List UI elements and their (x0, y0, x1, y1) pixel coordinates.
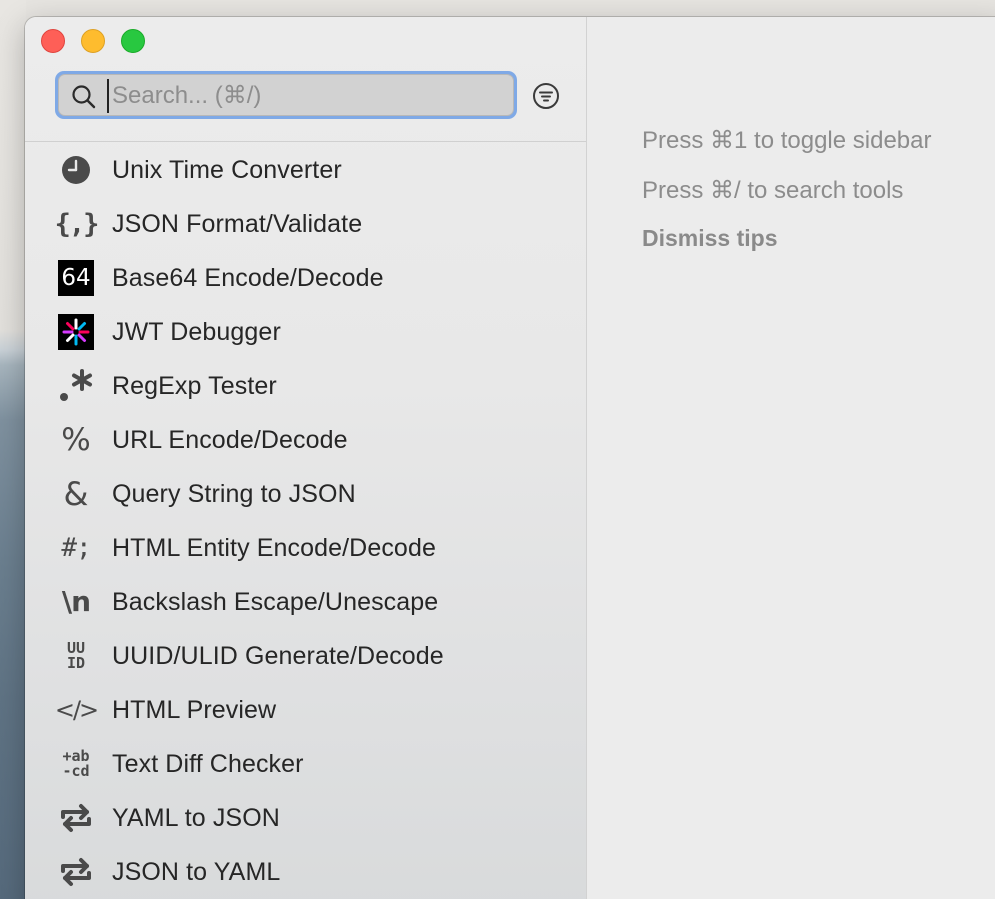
tool-item-base64[interactable]: 64 Base64 Encode/Decode (25, 251, 586, 305)
regexp-icon (58, 368, 94, 404)
tool-label: YAML to JSON (112, 804, 280, 832)
tool-label: Query String to JSON (112, 480, 356, 508)
tool-item-backslash[interactable]: \n Backslash Escape/Unescape (25, 575, 586, 629)
filter-icon[interactable] (531, 81, 561, 111)
sidebar-divider (25, 141, 586, 142)
tool-item-url-encode[interactable]: % URL Encode/Decode (25, 413, 586, 467)
tool-label: UUID/ULID Generate/Decode (112, 642, 444, 670)
search-field (55, 71, 517, 119)
ampersand-icon: & (63, 475, 89, 513)
tool-item-jwt[interactable]: JWT Debugger (25, 305, 586, 359)
code-brackets-icon: </> (54, 696, 99, 724)
tool-item-query-string[interactable]: & Query String to JSON (25, 467, 586, 521)
convert-arrows-icon (58, 854, 94, 890)
tip-toggle-sidebar: Press ⌘1 to toggle sidebar (642, 127, 932, 154)
search-input[interactable] (107, 79, 502, 113)
search-icon (72, 85, 96, 109)
sidebar: Unix Time Converter {,} JSON Format/Vali… (25, 17, 587, 899)
base64-icon: 64 (58, 260, 94, 296)
html-entity-icon: #; (61, 533, 91, 563)
tool-label: JWT Debugger (112, 318, 281, 346)
percent-icon: % (61, 421, 91, 458)
text-diff-icon: +ab -cd (62, 747, 90, 780)
tool-label: Base64 Encode/Decode (112, 264, 384, 292)
tool-label: Unix Time Converter (112, 156, 342, 184)
app-window: Unix Time Converter {,} JSON Format/Vali… (25, 17, 995, 899)
backslash-n-icon: \n (61, 585, 91, 618)
tool-label: HTML Entity Encode/Decode (112, 534, 436, 562)
tool-item-json-format[interactable]: {,} JSON Format/Validate (25, 197, 586, 251)
zoom-window-button[interactable] (121, 29, 145, 53)
tool-item-uuid[interactable]: UU ID UUID/ULID Generate/Decode (25, 629, 586, 683)
tool-item-html-preview[interactable]: </> HTML Preview (25, 683, 586, 737)
dismiss-tips-link[interactable]: Dismiss tips (642, 225, 778, 252)
uuid-icon: UU ID (66, 639, 86, 672)
tool-item-unix-time[interactable]: Unix Time Converter (25, 143, 586, 197)
tool-item-text-diff[interactable]: +ab -cd Text Diff Checker (25, 737, 586, 791)
tool-label: Backslash Escape/Unescape (112, 588, 439, 616)
desktop-background (0, 0, 26, 899)
close-window-button[interactable] (41, 29, 65, 53)
json-braces-icon: {,} (54, 208, 100, 240)
clock-icon (58, 152, 94, 188)
tool-label: HTML Preview (112, 696, 277, 724)
tool-label: JSON Format/Validate (112, 210, 363, 238)
tool-label: JSON to YAML (112, 858, 281, 886)
tool-label: Text Diff Checker (112, 750, 304, 778)
jwt-icon (58, 314, 94, 350)
tool-item-html-entity[interactable]: #; HTML Entity Encode/Decode (25, 521, 586, 575)
tool-item-regexp[interactable]: RegExp Tester (25, 359, 586, 413)
tool-label: URL Encode/Decode (112, 426, 348, 454)
main-content: Press ⌘1 to toggle sidebar Press ⌘/ to s… (587, 17, 995, 899)
minimize-window-button[interactable] (81, 29, 105, 53)
convert-arrows-icon (58, 800, 94, 836)
tool-item-yaml-to-json[interactable]: YAML to JSON (25, 791, 586, 845)
tool-item-json-to-yaml[interactable]: JSON to YAML (25, 845, 586, 899)
tool-label: RegExp Tester (112, 372, 277, 400)
search-box (58, 74, 514, 116)
tool-list: Unix Time Converter {,} JSON Format/Vali… (25, 143, 586, 899)
tip-search-tools: Press ⌘/ to search tools (642, 177, 904, 204)
